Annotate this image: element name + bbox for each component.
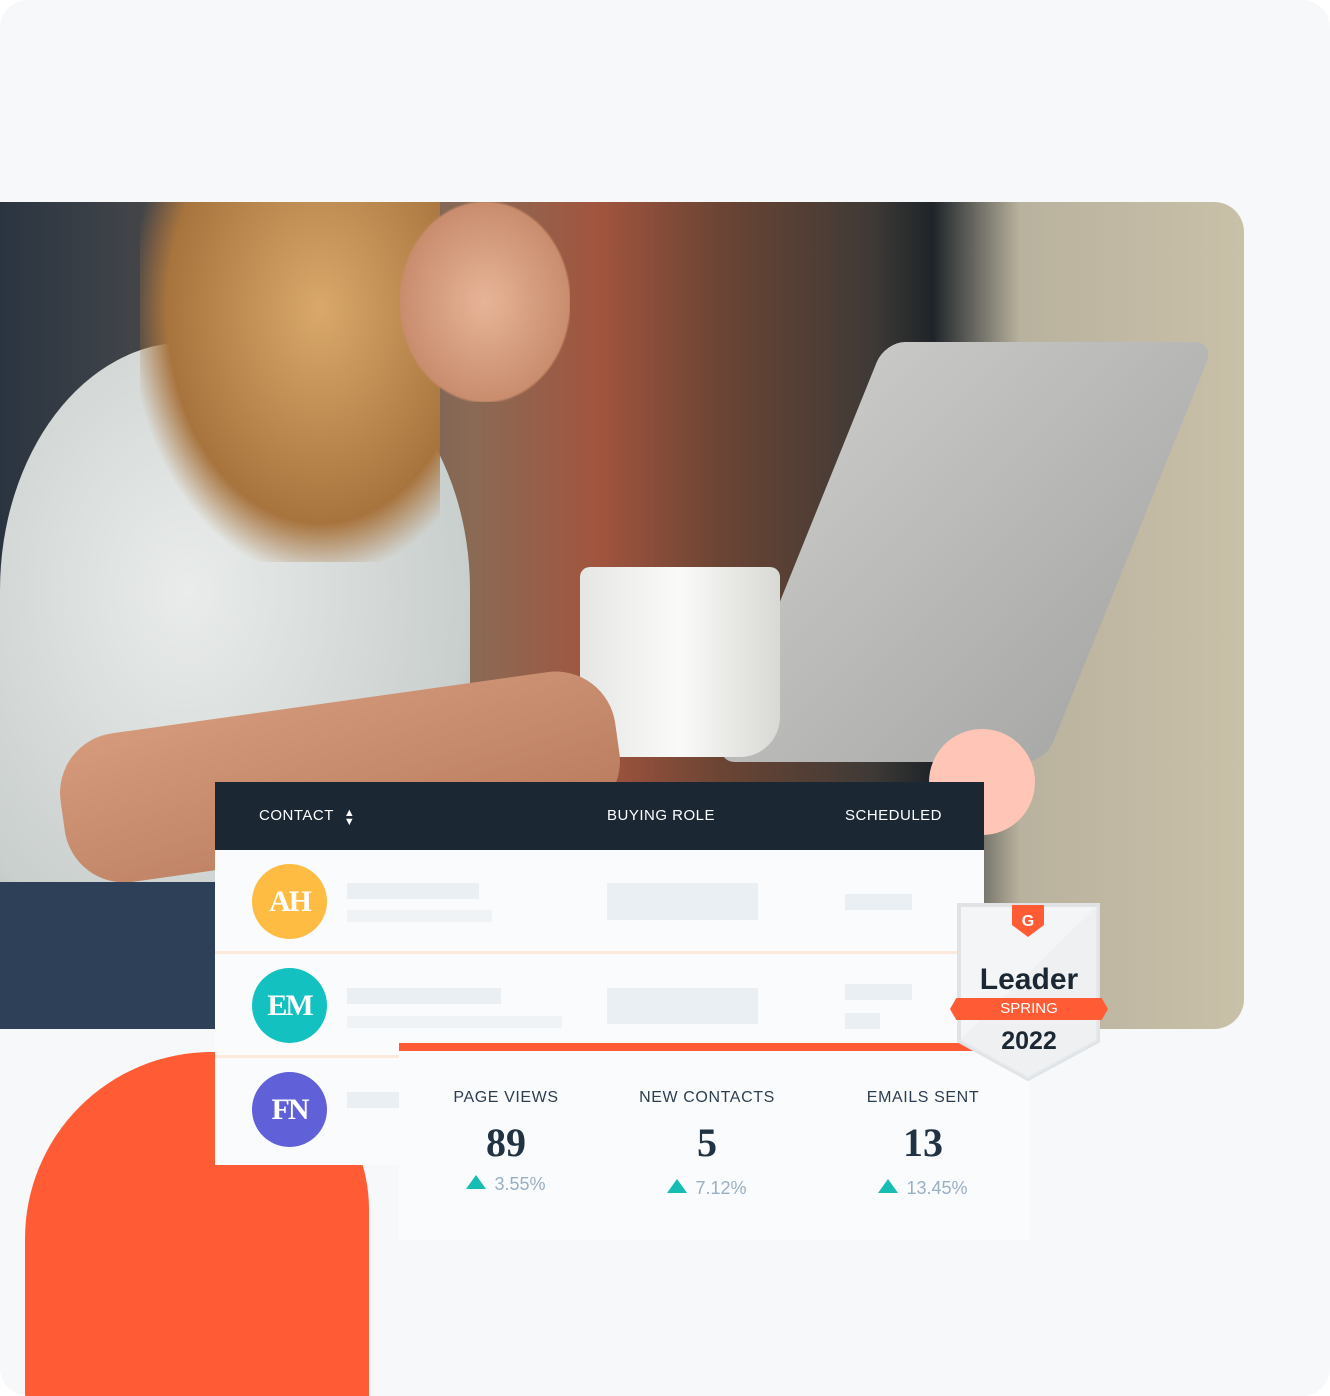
stat-new-contacts: NEW CONTACTS 5 7.12% — [639, 1089, 775, 1198]
trend-up-icon — [667, 1179, 688, 1193]
column-header-contact[interactable]: CONTACT ▲ ▼ — [259, 807, 355, 828]
svg-text:G: G — [1022, 913, 1034, 930]
avatar: EM — [252, 968, 327, 1043]
hero-illustration: CONTACT ▲ ▼ BUYING ROLE SCHEDULED AH EM FN… — [0, 0, 1330, 1396]
table-row[interactable]: AH — [215, 850, 984, 954]
column-header-scheduled[interactable]: SCHEDULED — [845, 807, 942, 824]
table-header: CONTACT ▲ ▼ BUYING ROLE SCHEDULED — [215, 782, 984, 850]
avatar: FN — [252, 1072, 327, 1147]
g2-leader-badge: G Leader SPRING 2022 — [950, 903, 1108, 1083]
stats-card: PAGE VIEWS 89 3.55% NEW CONTACTS 5 7.12%… — [399, 1043, 1030, 1240]
column-header-buying-role[interactable]: BUYING ROLE — [607, 807, 715, 824]
trend-up-icon — [878, 1179, 899, 1193]
trend-up-icon — [466, 1175, 487, 1189]
sort-up-down-icon[interactable]: ▲ ▼ — [344, 808, 355, 828]
avatar: AH — [252, 864, 327, 939]
stat-page-views: PAGE VIEWS 89 3.55% — [453, 1089, 559, 1194]
